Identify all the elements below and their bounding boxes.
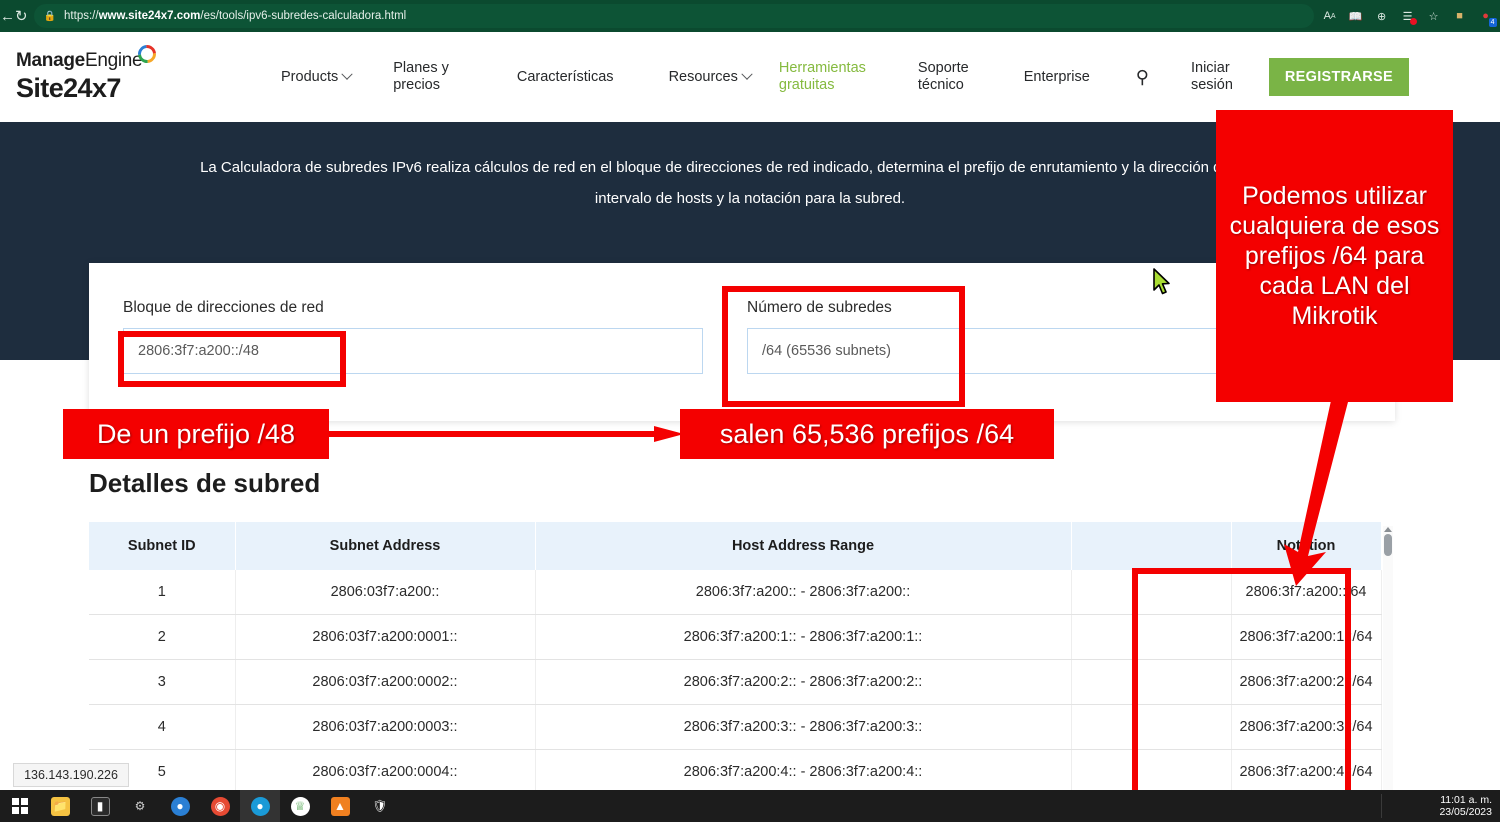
column-header-blank (1071, 522, 1231, 570)
cell-subnet-id: 1 (89, 570, 235, 615)
page-title-detalles: Detalles de subred (89, 468, 320, 499)
column-header-subnet-id[interactable]: Subnet ID (89, 522, 235, 570)
nav-label: Herramientas gratuitas (779, 60, 866, 94)
chevron-down-icon (741, 69, 752, 80)
address-bar-url: https://www.site24x7.com/es/tools/ipv6-s… (64, 10, 406, 22)
split-screen-icon[interactable]: ■ (1448, 4, 1472, 28)
site-header: ManageEngine Site24x7 Products Planes y … (0, 32, 1500, 122)
file-explorer-icon[interactable]: 📁 (40, 790, 80, 822)
zoom-icon[interactable]: ⊕ (1370, 4, 1394, 28)
field-label-network-block: Bloque de direcciones de red (123, 299, 703, 317)
search-icon[interactable]: ⚲ (1136, 67, 1149, 88)
annotation-label-prefijo-48: De un prefijo /48 (63, 409, 329, 459)
column-header-subnet-address[interactable]: Subnet Address (235, 522, 535, 570)
register-button[interactable]: REGISTRARSE (1269, 58, 1409, 96)
site-logo[interactable]: ManageEngine Site24x7 (16, 50, 216, 104)
clock-date: 23/05/2023 (1439, 806, 1492, 818)
annotation-callout-mikrotik: Podemos utilizar cualquiera de esos pref… (1216, 110, 1453, 402)
nav-item-herramientas-gratuitas[interactable]: Herramientas gratuitas (779, 60, 866, 94)
cell-host-range: 2806:3f7:a200:3:: - 2806:3f7:a200:3:: (535, 705, 1071, 750)
mikrotik-icon[interactable]: ▲ (320, 790, 360, 822)
taskbar-clock[interactable]: 11:01 a. m. 23/05/2023 (1439, 790, 1492, 822)
cell-subnet-id: 3 (89, 660, 235, 705)
nav-item-planes-precios[interactable]: Planes y precios (393, 60, 449, 94)
screen: ← ↻ 🔒 https://www.site24x7.com/es/tools/… (0, 0, 1500, 822)
taskbar-divider (1381, 794, 1382, 818)
nav-label: Soporte técnico (918, 60, 969, 94)
edge-icon[interactable]: ● (240, 790, 280, 822)
nav-label: Planes y precios (393, 60, 449, 94)
windows-taskbar: 📁 ▮ ⚙ ● ◉ ● ♕ ▲ 🛡 11:01 a. m. 23/05/2023 (0, 790, 1500, 822)
windows-start-icon[interactable] (0, 790, 40, 822)
annotation-box-subnet-count (722, 286, 965, 407)
logo-manageengine: ManageEngine (16, 50, 142, 72)
windows-defender-icon[interactable]: 🛡 (360, 790, 400, 822)
logo-site24x7: Site24x7 (16, 73, 216, 104)
cell-host-range: 2806:3f7:a200:4:: - 2806:3f7:a200:4:: (535, 750, 1071, 795)
cell-subnet-address: 2806:03f7:a200:0002:: (235, 660, 535, 705)
browser-tool-icons: AA 📖 ⊕ ☰ ☆ ■ ●4 ✚ 文 ● 4 ● ⚭ ▣ ↓ ◫ ● ⋯ b (1318, 4, 1500, 28)
signin-link[interactable]: Iniciar sesión (1191, 60, 1233, 94)
hero-description: La Calculadora de subredes IPv6 realiza … (180, 152, 1320, 214)
main-nav: Products Planes y precios Característica… (216, 58, 1500, 96)
nav-label: Enterprise (1024, 69, 1090, 86)
nav-label: Resources (669, 69, 738, 86)
favorites-icon[interactable]: ☆ (1422, 4, 1446, 28)
clock-time: 11:01 a. m. (1440, 794, 1492, 806)
nav-label: Características (517, 69, 614, 86)
immersive-reader-icon[interactable]: 📖 (1344, 4, 1368, 28)
mouse-cursor-icon (1152, 268, 1172, 296)
collections-icon[interactable]: ☰ (1396, 4, 1420, 28)
cell-subnet-id: 4 (89, 705, 235, 750)
address-bar[interactable]: 🔒 https://www.site24x7.com/es/tools/ipv6… (34, 4, 1314, 28)
cell-host-range: 2806:3f7:a200:1:: - 2806:3f7:a200:1:: (535, 615, 1071, 660)
extension-badge-count: 4 (1489, 18, 1497, 27)
annotation-arrow-horizontal (329, 426, 684, 442)
cell-subnet-address: 2806:03f7:a200:0001:: (235, 615, 535, 660)
winbox-icon[interactable]: ⚙ (120, 790, 160, 822)
annotation-label-salen-prefijos: salen 65,536 prefijos /64 (680, 409, 1054, 459)
terminal-icon[interactable]: ▮ (80, 790, 120, 822)
cell-host-range: 2806:3f7:a200:: - 2806:3f7:a200:: (535, 570, 1071, 615)
nav-item-soporte-tecnico[interactable]: Soporte técnico (918, 60, 969, 94)
annotation-box-network-block (118, 331, 346, 387)
lock-icon: 🔒 (44, 11, 56, 22)
chrome-icon[interactable]: ◉ (200, 790, 240, 822)
annotation-box-notation-column (1132, 568, 1351, 811)
back-arrow-icon[interactable]: ← (0, 0, 15, 32)
annotation-arrow-diagonal (1270, 396, 1390, 586)
cell-subnet-address: 2806:03f7:a200:0003:: (235, 705, 535, 750)
column-header-host-address-range[interactable]: Host Address Range (535, 522, 1071, 570)
browser-toolbar: ← ↻ 🔒 https://www.site24x7.com/es/tools/… (0, 0, 1500, 32)
chevron-down-icon (342, 69, 353, 80)
nav-label: Products (281, 69, 338, 86)
nav-item-resources[interactable]: Resources (669, 69, 751, 86)
the-dude-icon[interactable]: ♕ (280, 790, 320, 822)
winbox-blue-icon[interactable]: ● (160, 790, 200, 822)
cell-subnet-id: 2 (89, 615, 235, 660)
cell-subnet-address: 2806:03f7:a200:0004:: (235, 750, 535, 795)
extension-shopping-icon[interactable]: ●4 (1474, 4, 1498, 28)
reload-icon[interactable]: ↻ (15, 0, 28, 32)
cell-subnet-address: 2806:03f7:a200:: (235, 570, 535, 615)
nav-item-enterprise[interactable]: Enterprise (1024, 69, 1090, 86)
cell-host-range: 2806:3f7:a200:2:: - 2806:3f7:a200:2:: (535, 660, 1071, 705)
status-bar-link-target: 136.143.190.226 (13, 763, 129, 787)
nav-item-caracteristicas[interactable]: Características (517, 69, 614, 86)
table-header-row: Subnet ID Subnet Address Host Address Ra… (89, 522, 1381, 570)
read-aloud-icon[interactable]: AA (1318, 4, 1342, 28)
nav-item-products[interactable]: Products (281, 69, 351, 86)
